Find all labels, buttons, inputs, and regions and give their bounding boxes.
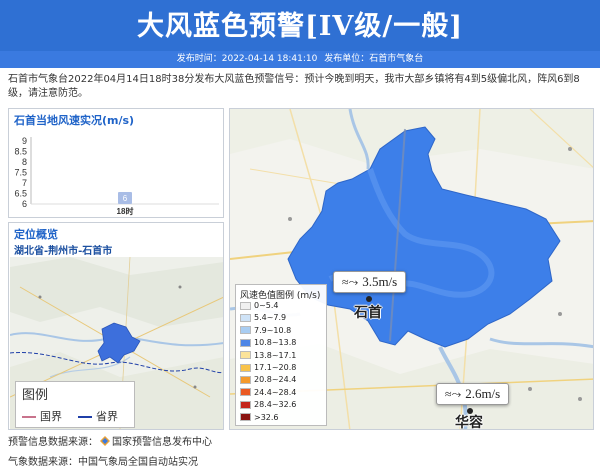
y-tick-label: 9	[22, 136, 27, 146]
location-overview-panel: 定位概览 湖北省-荆州市-石首市 图例 国界 省界	[8, 222, 224, 430]
wind-color-legend: 风速色值图例 (m/s) 0~5.4 5.4~7.9 7.9~10.8 10.8~13…	[235, 284, 327, 426]
wind-legend-row: 10.8~13.8	[240, 338, 296, 348]
y-tick-label: 8.5	[14, 147, 27, 157]
legend-province-border: 省界	[78, 408, 118, 424]
publish-time: 发布时间：2022-04-14 18:41:10	[176, 54, 318, 64]
wind-legend-label: 0~5.4	[254, 301, 279, 310]
wind-legend-swatch	[240, 363, 251, 372]
wind-legend-row: >32.6	[240, 413, 279, 423]
wind-legend-row: 13.8~17.1	[240, 351, 296, 361]
y-tick-label: 8	[22, 157, 27, 167]
warning-summary: 石首市气象台2022年04月14日18时38分发布大风蓝色预警信号：预计今晚到明…	[8, 74, 580, 99]
wind-legend-swatch	[240, 338, 251, 347]
warning-data-source: 预警信息数据来源： 国家预警信息发布中心	[8, 433, 212, 448]
wind-legend-label: 28.4~32.6	[254, 400, 297, 410]
station-callout-shishou[interactable]: ≈⤳ 3.5m/s	[333, 271, 407, 293]
legend-national-border-label: 国界	[40, 410, 62, 423]
warning-title: 大风蓝色预警[IV级/一般]	[137, 11, 463, 42]
wind-legend-row: 0~5.4	[240, 301, 279, 311]
wind-direction-icon: ≈⤳	[445, 387, 462, 401]
warning-source-name[interactable]: 国家预警信息发布中心	[112, 437, 212, 448]
huarong-place-label: 华容	[455, 415, 483, 430]
wind-color-legend-title: 风速色值图例 (m/s)	[240, 291, 321, 301]
legend-province-border-label: 省界	[96, 410, 118, 423]
wind-legend-label: 17.1~20.8	[254, 363, 297, 372]
wind-legend-label: 13.8~17.1	[254, 350, 297, 360]
x-category-label: 18时	[117, 206, 134, 216]
wind-legend-swatch	[240, 413, 251, 422]
map-legend: 图例 国界 省界	[15, 381, 135, 428]
y-tick-label: 7.5	[14, 168, 27, 178]
shishou-place-label: 石首	[354, 305, 382, 321]
wind-direction-icon: ≈⤳	[342, 275, 359, 289]
station-callout-huarong[interactable]: ≈⤳ 2.6m/s	[436, 383, 510, 405]
y-tick-label: 6	[22, 199, 27, 209]
publish-info-bar: 发布时间：2022-04-14 18:41:10 发布单位：石首市气象台	[0, 51, 600, 68]
wind-legend-swatch	[240, 301, 251, 310]
warning-center-logo-icon	[100, 436, 110, 446]
wind-legend-row: 24.4~28.4	[240, 388, 296, 398]
y-tick-label: 7	[22, 178, 27, 188]
wind-legend-row: 7.9~10.8	[240, 326, 291, 336]
wind-legend-label: >32.6	[254, 412, 279, 422]
wind-legend-swatch	[240, 326, 251, 335]
publisher: 发布单位：石首市气象台	[324, 54, 424, 64]
national-border-swatch	[22, 416, 36, 418]
y-tick-label: 6.5	[14, 189, 27, 199]
wind-legend-swatch	[240, 375, 251, 384]
location-path: 湖北省-荆州市-石首市	[14, 246, 113, 257]
wind-legend-swatch	[240, 313, 251, 322]
wind-legend-row: 20.8~24.4	[240, 375, 296, 385]
wind-legend-swatch	[240, 351, 251, 360]
warning-source-label: 预警信息数据来源：	[8, 437, 98, 448]
wind-bar-data-label: 6	[123, 194, 128, 203]
province-border-swatch	[78, 416, 92, 418]
wind-legend-row: 5.4~7.9	[240, 313, 286, 323]
wind-legend-swatch	[240, 400, 251, 409]
shishou-wind-value: 3.5m/s	[362, 274, 398, 289]
title-banner: 大风蓝色预警[IV级/一般]	[0, 0, 600, 51]
huarong-wind-value: 2.6m/s	[465, 386, 501, 401]
wind-legend-label: 5.4~7.9	[254, 313, 287, 323]
wind-legend-label: 20.8~24.4	[254, 375, 297, 385]
wind-legend-row: 17.1~20.8	[240, 363, 296, 373]
wind-legend-label: 10.8~13.8	[254, 338, 297, 348]
wind-legend-row: 28.4~32.6	[240, 400, 296, 410]
location-panel-title: 定位概览	[14, 228, 58, 241]
wind-speed-panel: 石首当地风速实况(m/s) 9 8.5 8 7.5 7 6.5 6 6 18时	[8, 108, 224, 218]
wind-speed-chart: 98.587.576.56618时	[14, 136, 219, 216]
wind-legend-label: 7.9~10.8	[254, 325, 292, 335]
wind-legend-swatch	[240, 388, 251, 397]
wind-legend-label: 24.4~28.4	[254, 387, 297, 397]
warning-map[interactable]: ≈⤳ 3.5m/s 石首 ≈⤳ 2.6m/s 华容 风速色值图例 (m/s) 0~5…	[229, 108, 594, 430]
map-legend-title: 图例	[22, 388, 49, 403]
weather-data-source: 气象数据来源：中国气象局全国自动站实况	[8, 457, 198, 468]
legend-national-border: 国界	[22, 408, 62, 424]
